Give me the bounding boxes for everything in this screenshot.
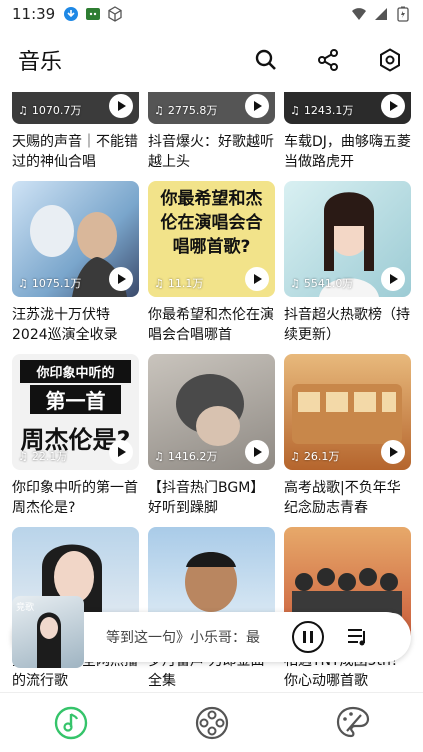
play-button[interactable] bbox=[109, 267, 133, 291]
playlist-cover: ♫ 1070.7万 bbox=[12, 92, 139, 124]
now-playing-text: 等到这一句》小乐哥：最 bbox=[106, 630, 260, 646]
playlist-cover: 你最希望和杰伦在演唱会合唱哪首歌? ♫ 11.1万 bbox=[148, 181, 275, 297]
playlist-cover: ♫ 26.1万 bbox=[284, 354, 411, 470]
status-bar: 11:39 bbox=[0, 0, 423, 28]
headphone-icon: ♫ bbox=[290, 103, 300, 117]
headphone-icon: ♫ bbox=[290, 276, 300, 290]
playlist-title: 你印象中听的第一首周杰伦是? bbox=[12, 480, 138, 516]
playlist-cover: ♫ 5541.0万 bbox=[284, 181, 411, 297]
android-notification-icon bbox=[85, 6, 101, 22]
play-count: ♫ 1416.2万 bbox=[154, 449, 218, 464]
playlist-title: 天赐的声音｜不能错过的神仙合唱 bbox=[12, 134, 138, 170]
playlist-cover: ♫ 2775.8万 bbox=[148, 92, 275, 124]
playlist-card[interactable]: 你印象中听的 第一首 周杰伦是? ♫ 22.1万 你印象中听的第一首周杰伦是? bbox=[12, 354, 139, 518]
cover-text: 你最希望和杰伦在演唱会合唱哪首歌? bbox=[160, 189, 263, 257]
playlist-card[interactable]: ♫ 5541.0万 抖音超火热歌榜（持续更新） bbox=[284, 181, 411, 345]
signal-icon bbox=[373, 6, 389, 22]
playlist-cover: ♫ 1075.1万 bbox=[12, 181, 139, 297]
play-count: ♫ 2775.8万 bbox=[154, 103, 218, 118]
play-button[interactable] bbox=[381, 267, 405, 291]
headphone-icon: ♫ bbox=[154, 103, 164, 117]
play-button[interactable] bbox=[245, 94, 269, 118]
play-count: ♫ 22.1万 bbox=[18, 449, 68, 464]
film-reel-icon[interactable] bbox=[192, 703, 232, 743]
share-icon[interactable] bbox=[313, 45, 343, 75]
playlist-cover: ♫ 1416.2万 bbox=[148, 354, 275, 470]
play-count: ♫ 1075.1万 bbox=[18, 276, 82, 291]
settings-icon[interactable] bbox=[375, 45, 405, 75]
search-icon[interactable] bbox=[251, 45, 281, 75]
headphone-icon: ♫ bbox=[18, 103, 28, 117]
play-count: ♫ 11.1万 bbox=[154, 276, 204, 291]
playlist-card[interactable]: ♫ 1075.1万 汪苏泷十万伏特2024巡演全收录 bbox=[12, 181, 139, 345]
status-time: 11:39 bbox=[12, 5, 56, 23]
playlist-title: 【抖音热门BGM】好听到躁脚 bbox=[148, 480, 265, 516]
headphone-icon: ♫ bbox=[290, 449, 300, 463]
cover-text: 你印象中听的 bbox=[20, 360, 131, 383]
playlist-title: 你最希望和杰伦在演唱会合唱哪首 bbox=[148, 307, 274, 343]
play-count: ♫ 5541.0万 bbox=[290, 276, 354, 291]
playlist-cover: 你印象中听的 第一首 周杰伦是? ♫ 22.1万 bbox=[12, 354, 139, 470]
battery-icon bbox=[395, 6, 411, 22]
play-button[interactable] bbox=[381, 440, 405, 464]
play-button[interactable] bbox=[245, 440, 269, 464]
playlist-title: 汪苏泷十万伏特2024巡演全收录 bbox=[12, 307, 118, 343]
music-note-icon[interactable] bbox=[51, 703, 91, 743]
cover-text: 第一首 bbox=[30, 385, 121, 414]
wifi-icon bbox=[351, 6, 367, 22]
download-icon bbox=[63, 6, 79, 22]
headphone-icon: ♫ bbox=[154, 449, 164, 463]
now-playing-cover[interactable]: 竞歌 bbox=[12, 596, 84, 668]
play-count: ♫ 1243.1万 bbox=[290, 103, 354, 118]
play-button[interactable] bbox=[109, 440, 133, 464]
play-button[interactable] bbox=[381, 94, 405, 118]
playlist-card[interactable]: ♫ 1416.2万 【抖音热门BGM】好听到躁脚 bbox=[148, 354, 275, 518]
play-button[interactable] bbox=[245, 267, 269, 291]
headphone-icon: ♫ bbox=[18, 449, 28, 463]
playlist-card[interactable]: 岁月留声·刀郎金曲全集 bbox=[148, 527, 275, 691]
playlist-title: 高考战歌|不负年华纪念励志青春 bbox=[284, 480, 401, 516]
playlist-title: 抖音爆火：好歌越听越上头 bbox=[148, 134, 274, 170]
playlist-card[interactable]: ♫ 2775.8万 抖音爆火：好歌越听越上头 bbox=[148, 92, 275, 172]
page-title: 音乐 bbox=[18, 50, 63, 75]
headphone-icon: ♫ bbox=[18, 276, 28, 290]
playlist-card[interactable]: 相遇TNT成团5th！你心动哪首歌 bbox=[284, 527, 411, 691]
app-header: 音乐 bbox=[0, 28, 423, 92]
bottom-nav bbox=[0, 692, 423, 752]
pause-icon-bar bbox=[303, 631, 306, 643]
cube-icon bbox=[107, 6, 123, 22]
playlist-card[interactable]: ♫ 1243.1万 车载DJ，曲够嗨五菱当做路虎开 bbox=[284, 92, 411, 172]
headphone-icon: ♫ bbox=[154, 276, 164, 290]
playlist-title: 车载DJ，曲够嗨五菱当做路虎开 bbox=[284, 134, 411, 170]
playlist-cover: ♫ 1243.1万 bbox=[284, 92, 411, 124]
cover-label: 竞歌 bbox=[16, 603, 35, 613]
play-button[interactable] bbox=[109, 94, 133, 118]
playlist-card[interactable]: 你最希望和杰伦在演唱会合唱哪首歌? ♫ 11.1万 你最希望和杰伦在演唱会合唱哪首 bbox=[148, 181, 275, 345]
pause-button[interactable] bbox=[292, 621, 324, 653]
playlist-card[interactable]: ♫ 26.1万 高考战歌|不负年华纪念励志青春 bbox=[284, 354, 411, 518]
playlist-title: 抖音超火热歌榜（持续更新） bbox=[284, 307, 410, 343]
playlist-icon[interactable] bbox=[344, 623, 372, 651]
play-count: ♫ 26.1万 bbox=[290, 449, 340, 464]
play-count: ♫ 1070.7万 bbox=[18, 103, 82, 118]
pause-icon-bar bbox=[310, 631, 313, 643]
palette-icon[interactable] bbox=[333, 703, 373, 743]
playlist-card[interactable]: ♫ 1070.7万 天赐的声音｜不能错过的神仙合唱 bbox=[12, 92, 139, 172]
